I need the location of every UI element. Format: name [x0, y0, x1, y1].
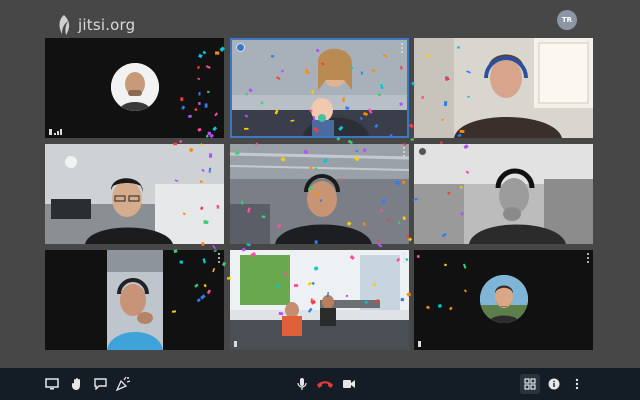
tile-menu-icon[interactable]: [402, 253, 406, 263]
microphone-icon: [297, 378, 307, 390]
screen-share-icon: [45, 378, 59, 390]
tile-menu-icon[interactable]: [217, 253, 221, 263]
confetti-button[interactable]: [113, 374, 133, 394]
screen-share-button[interactable]: [42, 374, 62, 394]
info-button[interactable]: [544, 374, 564, 394]
info-icon: [548, 378, 560, 390]
tile-menu-icon[interactable]: [400, 43, 404, 53]
participant-tile[interactable]: [230, 144, 409, 244]
participant-tile[interactable]: [45, 250, 224, 350]
tile-menu-icon[interactable]: [402, 147, 406, 157]
more-options-button[interactable]: [567, 374, 587, 394]
confetti-icon: [115, 376, 131, 392]
participant-video: [232, 40, 407, 136]
status-indicator-icon: [418, 147, 427, 156]
raise-hand-icon: [72, 378, 80, 390]
participant-tile[interactable]: [414, 250, 593, 350]
pin-icon: [234, 341, 237, 347]
participant-tile[interactable]: [45, 38, 224, 138]
tile-menu-icon[interactable]: [586, 41, 590, 51]
participant-video: [230, 250, 409, 350]
microphone-button[interactable]: [292, 374, 312, 394]
participant-tile[interactable]: [414, 144, 593, 244]
participant-video: [45, 250, 224, 350]
logo-text: jitsi.org: [78, 16, 136, 34]
participant-tile-active[interactable]: [230, 38, 409, 138]
participant-avatar: [479, 275, 528, 323]
participant-tile[interactable]: [230, 250, 409, 350]
chat-icon: [93, 378, 107, 390]
tile-view-button[interactable]: [520, 374, 540, 394]
jitsi-logo: jitsi.org: [54, 14, 135, 36]
pinned-indicator-icon: [236, 43, 245, 52]
local-user-avatar[interactable]: TR: [557, 10, 577, 30]
participant-video: [45, 144, 224, 244]
tile-indicators: [49, 129, 62, 135]
more-options-icon: [575, 378, 579, 390]
participant-tile[interactable]: [45, 144, 224, 244]
hangup-icon: [317, 381, 333, 388]
camera-icon: [343, 380, 355, 388]
tile-indicators: [234, 341, 237, 347]
chat-button[interactable]: [90, 374, 110, 394]
confetti-particle: [178, 139, 183, 144]
hangup-button[interactable]: [315, 374, 335, 394]
jitsi-logo-icon: [59, 15, 70, 35]
toolbar: [0, 368, 640, 400]
confetti-particle: [211, 244, 217, 250]
camera-button[interactable]: [339, 374, 359, 394]
pin-icon: [418, 341, 421, 347]
confetti-particle: [410, 138, 415, 141]
participant-avatar: [110, 63, 159, 111]
connection-indicator-icon: [54, 129, 62, 135]
participant-tile[interactable]: [414, 38, 593, 138]
pin-icon: [49, 129, 52, 135]
tile-view-icon: [524, 378, 536, 390]
participant-video: [414, 38, 593, 138]
participant-video: [230, 144, 409, 244]
raise-hand-button[interactable]: [67, 374, 87, 394]
tile-indicators: [418, 341, 421, 347]
tile-menu-icon[interactable]: [586, 253, 590, 263]
participant-video: [414, 144, 593, 244]
